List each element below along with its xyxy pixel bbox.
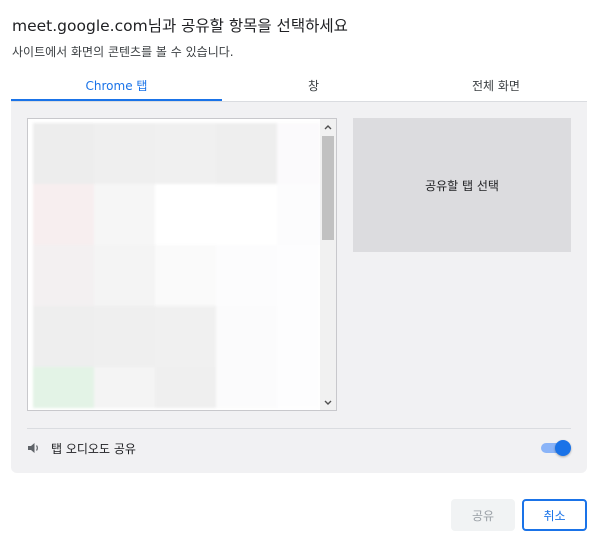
tab-chrome-tab[interactable]: Chrome 탭 <box>11 70 222 101</box>
tab-list[interactable] <box>27 118 337 411</box>
scroll-up-arrow-icon[interactable] <box>320 119 336 134</box>
tab-window[interactable]: 창 <box>222 70 405 100</box>
dialog-title: meet.google.com님과 공유할 항목을 선택하세요 <box>12 17 348 35</box>
speaker-icon <box>27 441 41 455</box>
toggle-knob <box>555 440 571 456</box>
audio-share-label: 탭 오디오도 공유 <box>51 441 136 456</box>
share-preview: 공유할 탭 선택 <box>353 118 571 252</box>
share-button[interactable]: 공유 <box>451 499 515 531</box>
source-tabs: Chrome 탭 창 전체 화면 <box>11 70 587 102</box>
scroll-thumb[interactable] <box>322 136 334 240</box>
divider <box>27 428 571 429</box>
tab-list-scrollbar[interactable] <box>320 119 336 410</box>
cancel-button[interactable]: 취소 <box>522 499 587 531</box>
dialog-subtitle: 사이트에서 화면의 콘텐츠를 볼 수 있습니다. <box>12 45 234 59</box>
audio-share-toggle[interactable] <box>539 440 571 456</box>
scroll-down-arrow-icon[interactable] <box>320 395 336 410</box>
preview-placeholder-text: 공유할 탭 선택 <box>425 178 499 193</box>
share-panel: 공유할 탭 선택 탭 오디오도 공유 <box>11 102 587 473</box>
tab-thumbnails-blurred <box>33 123 320 408</box>
tab-entire-screen[interactable]: 전체 화면 <box>405 70 587 100</box>
audio-share-row: 탭 오디오도 공유 <box>27 437 571 459</box>
